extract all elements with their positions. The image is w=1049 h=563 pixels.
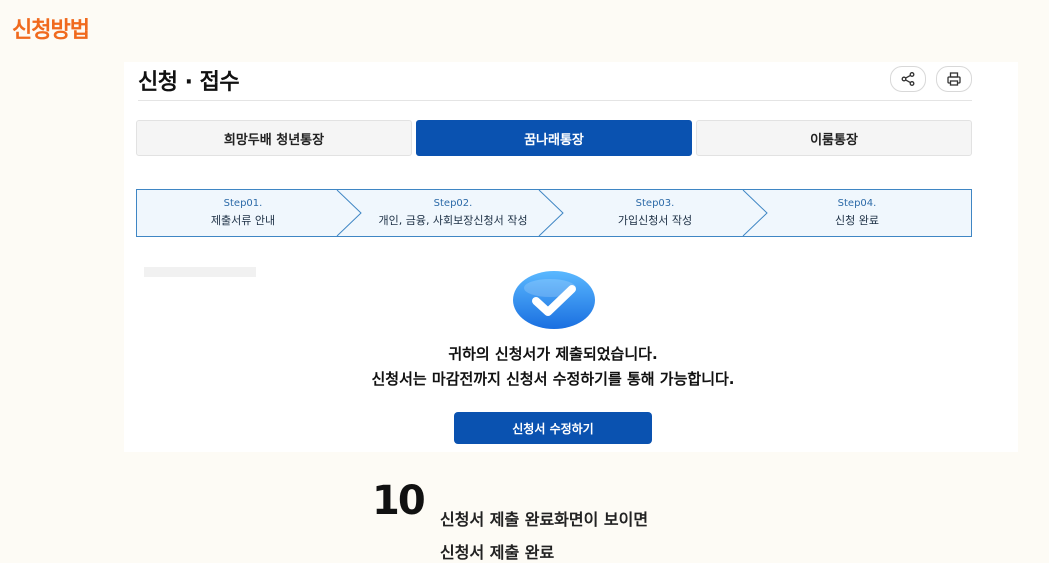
print-button[interactable] xyxy=(936,66,972,92)
tab-eroom[interactable]: 이룸통장 xyxy=(696,120,972,156)
step-3: Step03. 가입신청서 작성 xyxy=(555,190,755,236)
print-icon xyxy=(947,72,961,86)
progress-steps: Step01. 제출서류 안내 Step02. 개인, 금융, 사회보장신청서 … xyxy=(136,189,972,237)
step-3-label: 가입신청서 작성 xyxy=(617,214,693,227)
placeholder-bar xyxy=(144,267,256,277)
share-button[interactable] xyxy=(890,66,926,92)
check-icon xyxy=(513,271,595,329)
title-divider xyxy=(138,100,972,101)
share-icon xyxy=(901,72,915,86)
edit-application-button[interactable]: 신청서 수정하기 xyxy=(454,412,652,444)
instruction-step-number: 10 xyxy=(372,478,426,524)
instruction-caption-2: 신청서 제출 완료 xyxy=(440,543,555,562)
application-panel: 신청 · 접수 희망두배 청년통장 꿈나래통장 이룸통장 Step01. 제출서… xyxy=(124,62,1018,452)
step-2-number: Step02. xyxy=(433,198,473,209)
account-tabs: 희망두배 청년통장 꿈나래통장 이룸통장 xyxy=(136,120,972,156)
step-1-number: Step01. xyxy=(223,198,263,209)
section-title: 신청방법 xyxy=(12,18,90,43)
completion-message: 귀하의 신청서가 제출되었습니다. xyxy=(448,345,658,363)
step-2-label: 개인, 금융, 사회보장신청서 작성 xyxy=(378,214,528,227)
page-title: 신청 · 접수 xyxy=(138,70,240,95)
step-1: Step01. 제출서류 안내 xyxy=(143,190,343,236)
step-3-number: Step03. xyxy=(635,198,675,209)
edit-notice-message: 신청서는 마감전까지 신청서 수정하기를 통해 가능합니다. xyxy=(371,370,735,388)
tab-hope-double[interactable]: 희망두배 청년통장 xyxy=(136,120,412,156)
step-4-label: 신청 완료 xyxy=(835,214,879,227)
instruction-caption-1: 신청서 제출 완료화면이 보이면 xyxy=(440,510,649,529)
tab-dream-wing[interactable]: 꿈나래통장 xyxy=(416,120,692,156)
step-1-label: 제출서류 안내 xyxy=(210,214,276,227)
step-4: Step04. 신청 완료 xyxy=(757,190,957,236)
step-4-number: Step04. xyxy=(837,198,877,209)
step-2: Step02. 개인, 금융, 사회보장신청서 작성 xyxy=(353,190,553,236)
